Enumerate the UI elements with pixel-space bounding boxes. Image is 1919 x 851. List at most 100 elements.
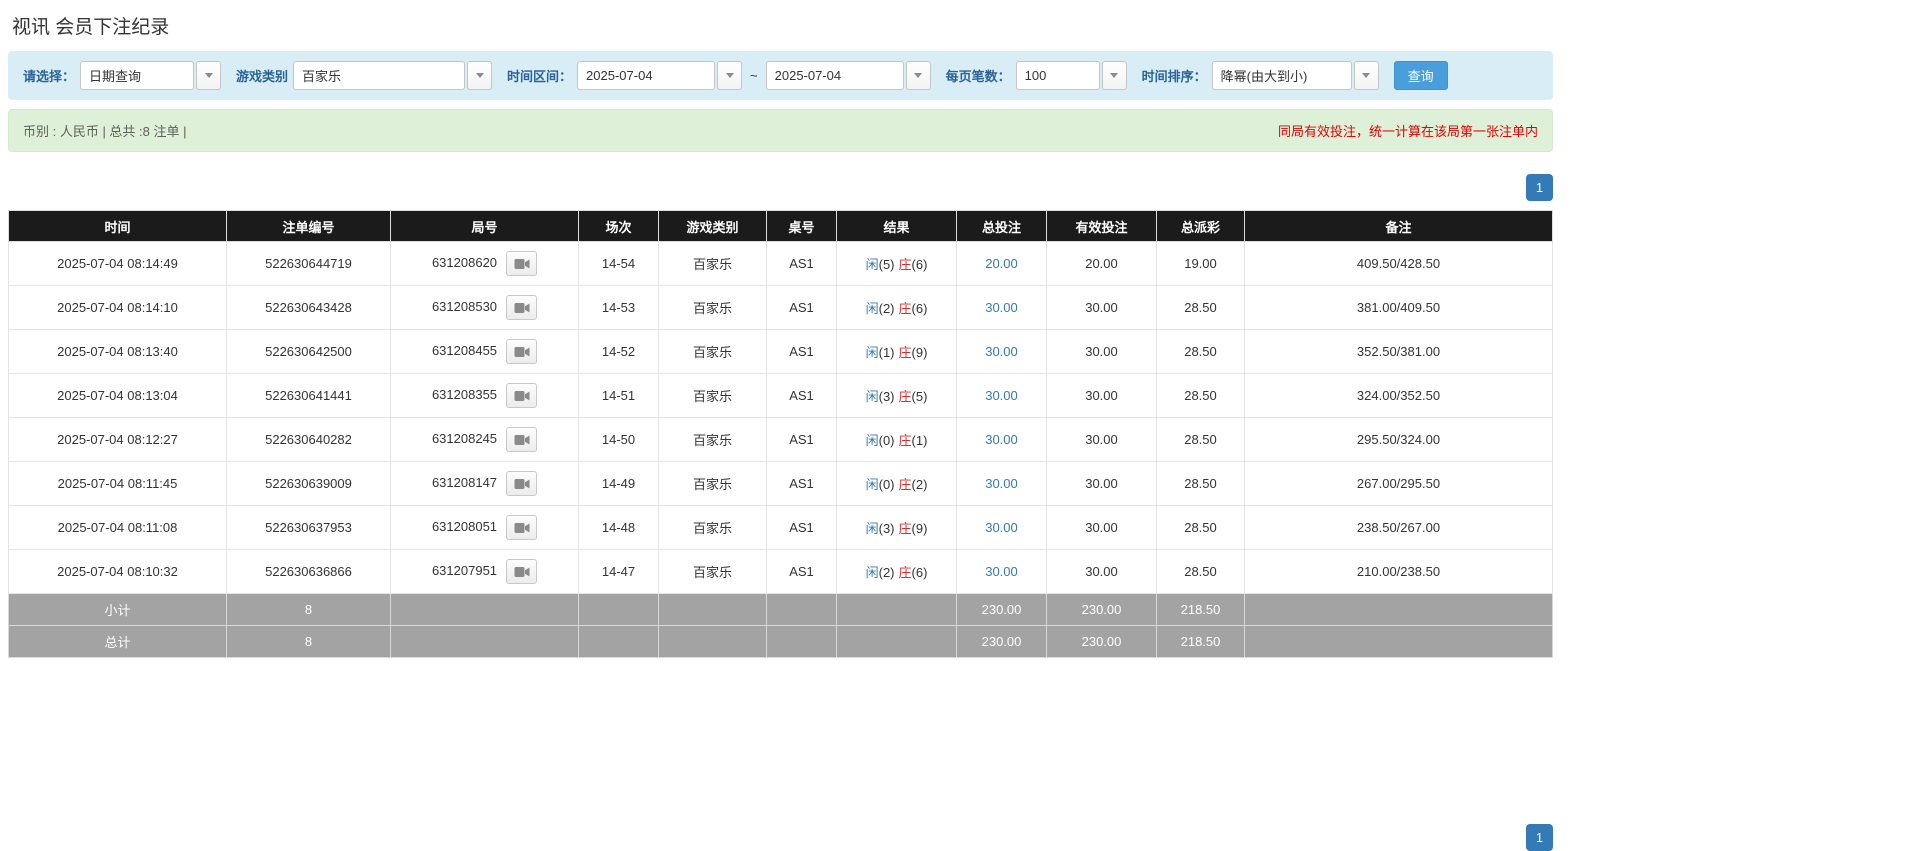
video-button[interactable]: [506, 383, 538, 408]
total-row: 总计 8 230.00 230.00 218.50: [8, 625, 1553, 658]
date-from-combo: [577, 61, 743, 90]
total-bet-link[interactable]: 20.00: [985, 256, 1018, 271]
total-bet-link[interactable]: 30.00: [985, 300, 1018, 315]
total-bet-cell: 30.00: [956, 505, 1047, 550]
total-bet-link[interactable]: 30.00: [985, 388, 1018, 403]
total-bet-link[interactable]: 30.00: [985, 476, 1018, 491]
date-type-combo: [80, 61, 222, 90]
session-cell: 14-54: [578, 241, 659, 286]
round-cell: 631208530: [390, 285, 579, 330]
remark-cell: 409.50/428.50: [1244, 241, 1553, 286]
payout-cell: 28.50: [1156, 373, 1245, 418]
sort-input[interactable]: [1211, 61, 1352, 90]
video-icon: [514, 522, 530, 533]
date-type-dropdown-button[interactable]: [196, 61, 222, 90]
table-no-cell: AS1: [766, 461, 837, 506]
subtotal-valid-bet: 230.00: [1046, 593, 1157, 626]
total-bet-cell: 30.00: [956, 461, 1047, 506]
total-bet-link[interactable]: 30.00: [985, 344, 1018, 359]
table-no-cell: AS1: [766, 285, 837, 330]
video-button[interactable]: [506, 515, 538, 540]
valid-bet-cell: 20.00: [1046, 241, 1157, 286]
same-round-notice-text: 同局有效投注，统一计算在该局第一张注单内: [1277, 124, 1538, 139]
result-player-score: (3): [878, 521, 895, 536]
game-type-cell: 百家乐: [658, 285, 767, 330]
table-header-row: 时间 注单编号 局号 场次 游戏类别 桌号 结果 总投注 有效投注 总派彩 备注: [8, 210, 1553, 242]
result-player: 闲: [865, 257, 879, 272]
table-row: 2025-07-04 08:11:08 522630637953 6312080…: [8, 505, 1553, 550]
result-banker: 庄: [898, 257, 912, 272]
bet-id-cell: 522630637953: [226, 505, 391, 550]
result-banker: 庄: [898, 433, 912, 448]
date-from-input[interactable]: [577, 61, 716, 90]
result-banker-score: (9): [911, 521, 928, 536]
result-player-score: (3): [878, 389, 895, 404]
page-size-combo: [1015, 61, 1127, 90]
bet-id-cell: 522630643428: [226, 285, 391, 330]
result-banker: 庄: [898, 521, 912, 536]
video-button[interactable]: [506, 427, 538, 452]
result-player: 闲: [865, 345, 879, 360]
date-from-dropdown-button[interactable]: [717, 61, 743, 90]
date-type-input[interactable]: [80, 61, 195, 90]
game-type-combo: [293, 61, 493, 90]
total-bet-cell: 30.00: [956, 417, 1047, 462]
page-size-dropdown-button[interactable]: [1101, 61, 1127, 90]
date-to-input[interactable]: [765, 61, 904, 90]
total-bet-link[interactable]: 30.00: [985, 432, 1018, 447]
game-type-input[interactable]: [293, 61, 466, 90]
round-id: 631208530: [431, 298, 498, 314]
subtotal-total-bet: 230.00: [956, 593, 1047, 626]
payout-cell: 28.50: [1156, 417, 1245, 462]
filter-label-select: 请选择：: [23, 69, 76, 84]
result-banker: 庄: [898, 345, 912, 360]
result-player: 闲: [865, 521, 879, 536]
page-size-input[interactable]: [1015, 61, 1100, 90]
chevron-down-icon: [725, 73, 734, 78]
total-bet-cell: 30.00: [956, 373, 1047, 418]
video-button[interactable]: [506, 251, 538, 276]
result-player: 闲: [865, 565, 879, 580]
game-type-dropdown-button[interactable]: [467, 61, 493, 90]
result-cell: 闲(1) 庄(9): [836, 329, 957, 374]
summary-bar: 币别 : 人民币 | 总共 :8 注单 | 同局有效投注，统一计算在该局第一张注…: [8, 109, 1553, 152]
video-icon: [514, 390, 530, 401]
page-button-1[interactable]: 1: [1526, 174, 1553, 201]
sort-dropdown-button[interactable]: [1353, 61, 1379, 90]
chevron-down-icon: [475, 73, 484, 78]
round-id: 631207951: [431, 562, 498, 578]
filter-bar: 请选择： 游戏类别 时间区间： ~ 每页笔数： 时间排序：: [8, 51, 1553, 100]
valid-bet-cell: 30.00: [1046, 417, 1157, 462]
video-button[interactable]: [506, 471, 538, 496]
video-icon: [514, 302, 530, 313]
table-row: 2025-07-04 08:11:45 522630639009 6312081…: [8, 461, 1553, 506]
subtotal-label: 小计: [8, 593, 227, 626]
date-range-separator: ~: [750, 68, 758, 83]
page-button-1[interactable]: 1: [1526, 824, 1553, 851]
table-row: 2025-07-04 08:10:32 522630636866 6312079…: [8, 549, 1553, 594]
remark-cell: 324.00/352.50: [1244, 373, 1553, 418]
bets-table: 时间 注单编号 局号 场次 游戏类别 桌号 结果 总投注 有效投注 总派彩 备注…: [8, 210, 1553, 658]
valid-bet-cell: 30.00: [1046, 505, 1157, 550]
bet-id-cell: 522630644719: [226, 241, 391, 286]
video-button[interactable]: [506, 295, 538, 320]
video-icon: [514, 258, 530, 269]
total-valid-bet: 230.00: [1046, 625, 1157, 658]
sort-combo: [1211, 61, 1379, 90]
table-row: 2025-07-04 08:12:27 522630640282 6312082…: [8, 417, 1553, 462]
total-bet-cell: 20.00: [956, 241, 1047, 286]
game-type-cell: 百家乐: [658, 505, 767, 550]
date-to-dropdown-button[interactable]: [905, 61, 931, 90]
result-player-score: (5): [878, 257, 895, 272]
video-button[interactable]: [506, 559, 538, 584]
total-bet-link[interactable]: 30.00: [985, 564, 1018, 579]
round-cell: 631208245: [390, 417, 579, 462]
chevron-down-icon: [914, 73, 923, 78]
round-id: 631208245: [431, 430, 498, 446]
table-no-cell: AS1: [766, 329, 837, 374]
video-icon: [514, 434, 530, 445]
video-button[interactable]: [506, 339, 538, 364]
search-button[interactable]: 查询: [1393, 61, 1448, 90]
total-bet-link[interactable]: 30.00: [985, 520, 1018, 535]
time-cell: 2025-07-04 08:13:04: [8, 373, 227, 418]
